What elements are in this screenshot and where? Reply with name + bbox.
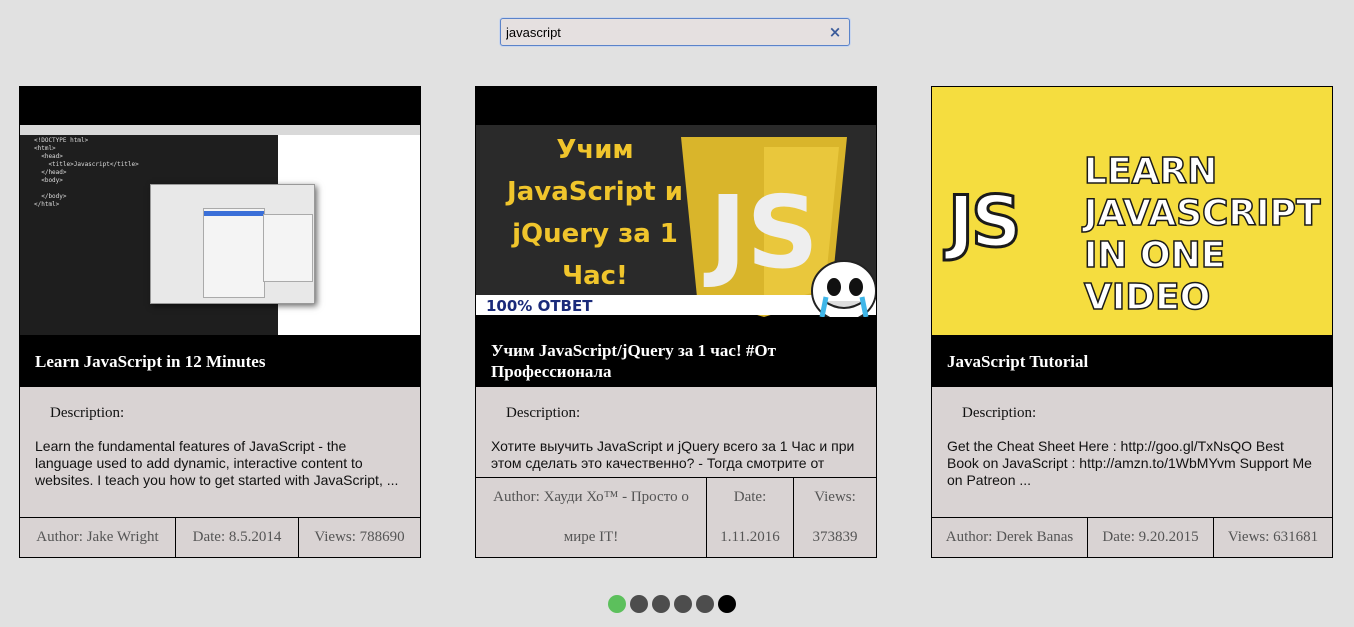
meta-row: Author: Jake Wright Date: 8.5.2014 Views… [20,517,420,557]
description-label: Description: [506,405,581,421]
video-thumbnail[interactable]: JS LEARN JAVASCRIPT IN ONE VIDEO [932,87,1332,335]
thumbnail-caption: Учим JavaScript и jQuery за 1 Час! [507,135,683,291]
views-value: 373839 [812,528,858,545]
description-text: Хотите выучить JavaScript и jQuery всего… [491,438,855,471]
thumbnail-caption: LEARN JAVASCRIPT IN ONE VIDEO [1083,150,1321,319]
description-text: Get the Cheat Sheet Here : http://goo.gl… [947,438,1312,488]
js-logo-text: JS [946,181,1023,264]
pagination-dot[interactable] [608,595,626,613]
date-cell: Date: 9.20.2015 [1088,518,1214,557]
author-cell: Author: Хауди Хо™ - Просто о мире IT! [476,478,707,557]
video-title[interactable]: Learn JavaScript in 12 Minutes [20,335,420,387]
pagination-dots [608,595,736,613]
code-snippet: <!DOCTYPE html> <html> <head> <title>Jav… [34,137,139,208]
pagination-dot[interactable] [652,595,670,613]
search-input[interactable] [506,22,826,42]
author-cell: Author: Jake Wright [20,518,176,557]
video-title[interactable]: JavaScript Tutorial [932,335,1332,387]
video-thumbnail[interactable]: <!DOCTYPE html> <html> <head> <title>Jav… [20,87,420,335]
menu-highlight [204,211,264,216]
description-text: Learn the fundamental features of JavaSc… [35,438,399,488]
clear-search-icon[interactable]: × [828,23,842,41]
date-label: Date: [733,489,767,506]
meme-face-icon [811,260,876,317]
views-cell: Views: 788690 [314,529,405,545]
views-cell: Views: 373839 [794,478,876,557]
pagination-dot[interactable] [630,595,648,613]
date-cell: Date: 8.5.2014 [176,518,299,557]
pagination-dot[interactable] [696,595,714,613]
description-label: Description: [50,405,125,421]
context-menu-image [203,208,265,298]
author-line: Author: Хауди Хо™ - Просто о [493,489,689,506]
date-value: 1.11.2016 [720,528,780,545]
js-logo-text: JS [703,174,818,291]
video-card[interactable]: <!DOCTYPE html> <html> <head> <title>Jav… [19,86,421,558]
video-thumbnail[interactable]: Учим JavaScript и jQuery за 1 Час! JS 10… [476,87,876,335]
description-label: Description: [962,405,1037,421]
pagination-dot[interactable] [718,595,736,613]
pagination-dot[interactable] [674,595,692,613]
meta-row: Author: Хауди Хо™ - Просто о мире IT! Da… [476,477,876,557]
views-cell: Views: 631681 [1227,529,1319,545]
video-title[interactable]: Учим JavaScript/jQuery за 1 час! #От Про… [476,335,876,387]
author-cell: Author: Derek Banas [932,518,1088,557]
author-line: мире IT! [563,528,619,545]
views-label: Views: [814,489,856,506]
window-bar [20,125,420,135]
meta-row: Author: Derek Banas Date: 9.20.2015 View… [932,517,1332,557]
submenu-image [263,214,313,282]
video-card[interactable]: JS LEARN JAVASCRIPT IN ONE VIDEO JavaScr… [931,86,1333,558]
video-card[interactable]: Учим JavaScript и jQuery за 1 Час! JS 10… [475,86,877,558]
search-box: × [500,18,850,46]
thumbnail-banner-text: 100% ОТВЕТ [486,297,593,315]
date-cell: Date: 1.11.2016 [707,478,794,557]
